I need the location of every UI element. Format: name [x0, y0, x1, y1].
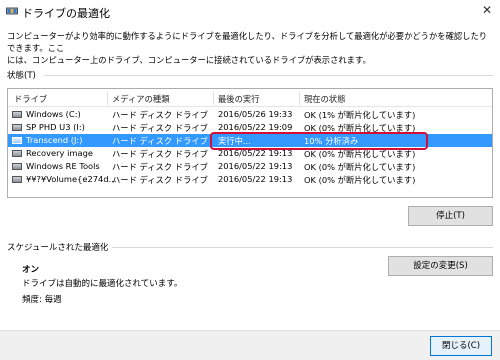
hard-drive-icon [12, 111, 22, 118]
status-section-label: 状態(T) [7, 71, 36, 81]
hard-drive-icon [12, 150, 22, 157]
dialog-footer: 閉じる(C) [0, 330, 500, 360]
cell-last-run: 2016/05/22 19:13 [218, 161, 293, 171]
schedule-auto-text: ドライブは自動的に最適化されています。 [22, 279, 183, 289]
description-line-1: コンピューターがより効率的に動作するようにドライブを最適化したり、ドライブを分析… [7, 31, 488, 53]
cell-drive: Windows RE Tools [26, 161, 100, 171]
running-row-highlight [210, 132, 428, 150]
status-separator [44, 75, 493, 76]
window-title: ドライブの最適化 [22, 7, 110, 20]
cell-drive: Windows (C:) [26, 109, 81, 119]
schedule-separator [112, 247, 493, 248]
change-settings-button[interactable]: 設定の変更(S) [388, 256, 493, 276]
cell-media: ハード ディスク ドライブ [112, 149, 208, 159]
hard-drive-icon [12, 163, 22, 170]
schedule-status: オン [22, 265, 40, 275]
drive-list-header: ドライブ メディアの種類 最後の実行 現在の状態 [8, 89, 492, 107]
cell-last-run: 2016/05/26 19:33 [218, 109, 293, 119]
close-window-icon[interactable]: ✕ [480, 3, 494, 17]
hard-drive-icon [12, 124, 22, 131]
cell-state: OK (0% が断片化しています) [304, 162, 416, 172]
hard-drive-icon [12, 137, 22, 144]
defrag-app-icon [6, 7, 18, 15]
cell-drive: ¥¥?¥Volume{e274d... [26, 174, 117, 184]
cell-media: ハード ディスク ドライブ [112, 162, 208, 172]
table-row[interactable]: Windows RE Tools ハード ディスク ドライブ 2016/05/2… [8, 160, 492, 173]
table-row[interactable]: ¥¥?¥Volume{e274d... ハード ディスク ドライブ 2016/0… [8, 173, 492, 186]
cell-media: ハード ディスク ドライブ [112, 110, 208, 120]
column-last-run[interactable]: 最後の実行 [218, 93, 260, 105]
column-divider[interactable] [213, 91, 214, 105]
column-divider[interactable] [299, 91, 300, 105]
hard-drive-icon [12, 176, 22, 183]
description-line-2: には、コンピューター上のドライブ、コンピューターに接続されているドライブが表示さ… [7, 55, 371, 65]
cell-media: ハード ディスク ドライブ [112, 136, 208, 146]
close-button[interactable]: 閉じる(C) [430, 336, 492, 356]
schedule-section-label: スケジュールされた最適化 [7, 243, 109, 253]
title-bar: ドライブの最適化 ✕ [0, 0, 500, 24]
cell-drive: SP PHD U3 (I:) [26, 122, 85, 132]
stop-button[interactable]: 停止(T) [408, 206, 493, 226]
column-media-type[interactable]: メディアの種類 [112, 93, 170, 105]
optimize-drives-window: ドライブの最適化 ✕ コンピューターがより効率的に動作するようにドライブを最適化… [0, 0, 500, 360]
cell-state: OK (1% が断片化しています) [304, 110, 416, 120]
cell-last-run: 2016/05/22 19:09 [218, 122, 293, 132]
cell-media: ハード ディスク ドライブ [112, 123, 208, 133]
table-row[interactable]: Windows (C:) ハード ディスク ドライブ 2016/05/26 19… [8, 108, 492, 121]
cell-media: ハード ディスク ドライブ [112, 175, 208, 185]
column-current-status[interactable]: 現在の状態 [304, 93, 346, 105]
description: コンピューターがより効率的に動作するようにドライブを最適化したり、ドライブを分析… [7, 30, 492, 66]
cell-state: OK (0% が断片化しています) [304, 175, 416, 185]
cell-last-run: 2016/05/22 19:13 [218, 174, 293, 184]
cell-drive: Transcend (J:) [26, 135, 83, 145]
column-divider[interactable] [107, 91, 108, 105]
schedule-frequency: 頻度: 毎週 [22, 295, 62, 305]
cell-drive: Recovery image [26, 148, 93, 158]
column-drive[interactable]: ドライブ [14, 93, 47, 105]
